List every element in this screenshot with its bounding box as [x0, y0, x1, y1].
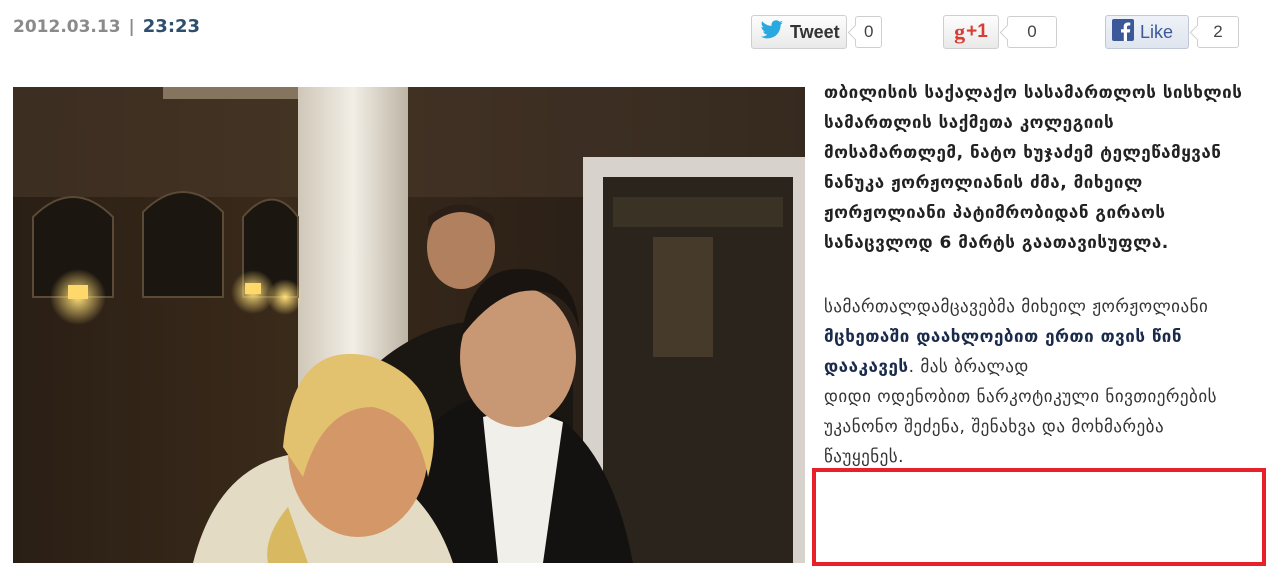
- gplus-count: 0: [1007, 16, 1057, 48]
- facebook-share: Like 2: [1105, 14, 1239, 50]
- tweet-count: 0: [855, 16, 883, 48]
- paragraph-text-cont: . მას ბრალად: [908, 357, 1029, 377]
- highlight-box: [812, 468, 1266, 566]
- tweet-share: Tweet 0: [751, 14, 883, 50]
- facebook-f-icon: [1112, 19, 1134, 45]
- twitter-bird-icon: [760, 20, 784, 44]
- gplus-label: +1: [966, 21, 988, 42]
- tweet-button[interactable]: Tweet: [751, 15, 847, 49]
- meta-separator: |: [128, 17, 135, 37]
- article-body: თბილისის საქალაქო სასამართლოს სისხლის სა…: [824, 78, 1244, 472]
- article-lead-paragraph: თბილისის საქალაქო სასამართლოს სისხლის სა…: [824, 83, 1243, 253]
- facebook-like-label: Like: [1140, 21, 1174, 42]
- facebook-like-button[interactable]: Like: [1105, 15, 1189, 49]
- google-plus-icon: g: [954, 19, 966, 44]
- article-photo: [13, 87, 805, 563]
- highlighted-sentence: დიდი ოდენობით ნარკოტიკული ნივთიერების უკ…: [824, 387, 1218, 467]
- tweet-label: Tweet: [790, 21, 840, 42]
- gplus-share: g +1 0: [943, 14, 1057, 50]
- facebook-like-count: 2: [1197, 16, 1239, 48]
- article-paragraph: სამართალდამცავებმა მიხეილ ჟორჟოლიანი მცხ…: [824, 292, 1244, 472]
- post-meta: 2012.03.13 | 23:23: [13, 16, 200, 37]
- gplus-button[interactable]: g +1: [943, 15, 999, 49]
- post-time: 23:23: [142, 16, 201, 37]
- paragraph-text: სამართალდამცავებმა მიხეილ ჟორჟოლიანი: [824, 297, 1209, 317]
- article-photo-illustration: [13, 87, 805, 563]
- post-date: 2012.03.13: [13, 17, 121, 37]
